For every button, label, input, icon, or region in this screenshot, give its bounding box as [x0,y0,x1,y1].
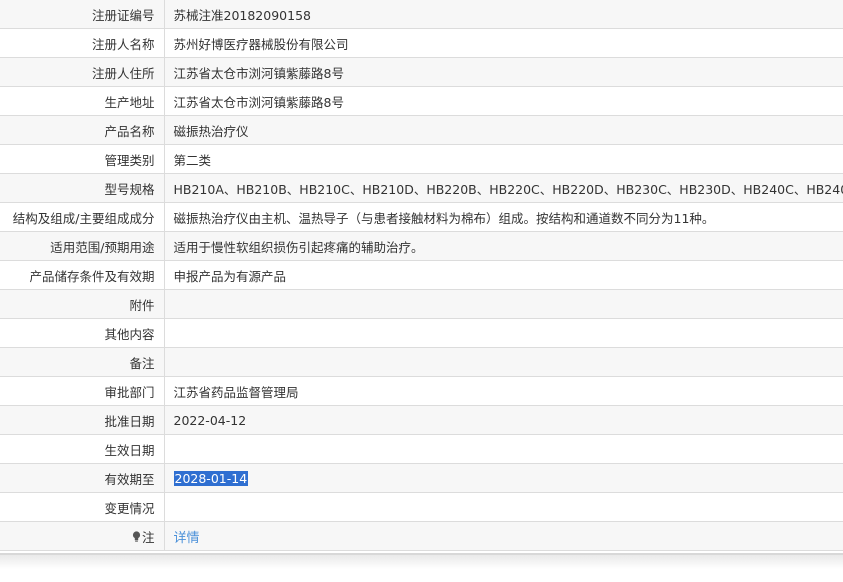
table-row: 产品名称 磁振热治疗仪 [0,115,843,145]
row-value-valid-until[interactable]: 2028-01-14 [173,470,249,486]
row-label-note: 注 [141,529,155,545]
row-value-product-name: 磁振热治疗仪 [164,115,843,145]
row-value-registration-number: 苏械注准20182090158 [164,0,843,29]
table-row: 生效日期 [0,434,843,464]
row-value-production-address: 江苏省太仓市浏河镇紫藤路8号 [164,86,843,116]
table-row: 生产地址 江苏省太仓市浏河镇紫藤路8号 [0,86,843,116]
row-label-change-history: 变更情况 [0,492,165,522]
table-row: 适用范围/预期用途 适用于慢性软组织损伤引起疼痛的辅助治疗。 [0,231,843,261]
table-row: 注册证编号 苏械注准20182090158 [0,0,843,29]
row-value-structure-composition: 磁振热治疗仪由主机、温热导子（与患者接触材料为棉布）组成。按结构和通道数不同分为… [164,202,843,232]
row-value-storage-validity: 申报产品为有源产品 [164,260,843,290]
table-row: 变更情况 [0,492,843,522]
row-label-management-class: 管理类别 [0,144,165,174]
row-label-other-content: 其他内容 [0,318,165,348]
row-value-approval-department: 江苏省药品监督管理局 [164,376,843,406]
table-row: 其他内容 [0,318,843,348]
row-label-approval-department: 审批部门 [0,376,165,406]
row-label-effective-date: 生效日期 [0,434,165,464]
row-label-remarks: 备注 [0,347,165,377]
table-row: 型号规格 HB210A、HB210B、HB210C、HB210D、HB220B、… [0,173,843,203]
row-value-management-class: 第二类 [164,144,843,174]
page: 注册证编号 苏械注准20182090158 注册人名称 苏州好博医疗器械股份有限… [0,0,843,582]
details-link[interactable]: 详情 [174,531,200,546]
row-value-other-content [164,318,843,348]
row-label-structure-composition: 结构及组成/主要组成成分 [0,202,165,232]
row-label-note-cell: 注 [0,521,165,551]
row-value-approval-date: 2022-04-12 [164,405,843,435]
table-row: 注册人名称 苏州好博医疗器械股份有限公司 [0,28,843,58]
row-label-approval-date: 批准日期 [0,405,165,435]
table-row: 管理类别 第二类 [0,144,843,174]
registration-detail-table: 注册证编号 苏械注准20182090158 注册人名称 苏州好博医疗器械股份有限… [0,0,843,551]
row-label-storage-validity: 产品储存条件及有效期 [0,260,165,290]
row-label-registrant-address: 注册人住所 [0,57,165,87]
row-label-production-address: 生产地址 [0,86,165,116]
table-row: 结构及组成/主要组成成分 磁振热治疗仪由主机、温热导子（与患者接触材料为棉布）组… [0,202,843,232]
table-row: 注册人住所 江苏省太仓市浏河镇紫藤路8号 [0,57,843,87]
table-row: 有效期至 2028-01-14 [0,463,843,493]
row-value-attachment [164,289,843,319]
table-row: 审批部门 江苏省药品监督管理局 [0,376,843,406]
table-row: 产品储存条件及有效期 申报产品为有源产品 [0,260,843,290]
row-value-model-spec: HB210A、HB210B、HB210C、HB210D、HB220B、HB220… [164,173,843,203]
row-value-effective-date [164,434,843,464]
table-row: 批准日期 2022-04-12 [0,405,843,435]
row-value-intended-use: 适用于慢性软组织损伤引起疼痛的辅助治疗。 [164,231,843,261]
row-label-registrant-name: 注册人名称 [0,28,165,58]
table-row: 备注 [0,347,843,377]
row-value-registrant-address: 江苏省太仓市浏河镇紫藤路8号 [164,57,843,87]
row-label-model-spec: 型号规格 [0,173,165,203]
lightbulb-icon [132,530,141,542]
row-label-attachment: 附件 [0,289,165,319]
row-label-intended-use: 适用范围/预期用途 [0,231,165,261]
row-value-registrant-name: 苏州好博医疗器械股份有限公司 [164,28,843,58]
row-label-valid-until: 有效期至 [0,463,165,493]
row-label-registration-number: 注册证编号 [0,0,165,29]
table-bottom-border [0,553,843,569]
row-label-product-name: 产品名称 [0,115,165,145]
row-value-valid-until-cell: 2028-01-14 [164,463,843,493]
table-row: 注 详情 [0,521,843,551]
row-value-remarks [164,347,843,377]
row-value-note-cell: 详情 [164,521,843,551]
table-row: 附件 [0,289,843,319]
row-value-change-history [164,492,843,522]
